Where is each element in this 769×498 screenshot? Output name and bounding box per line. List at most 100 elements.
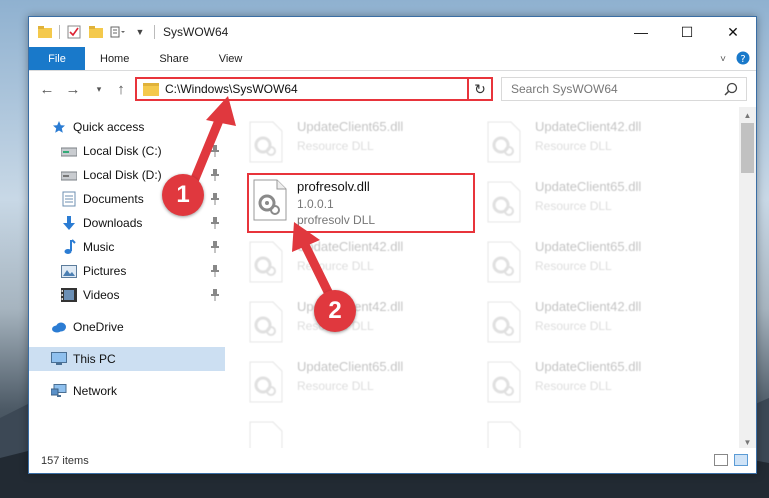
refresh-icon: ↻ (474, 80, 486, 97)
nav-item-local-disk-c[interactable]: Local Disk (C:) (29, 139, 225, 163)
details-view-icon[interactable] (714, 454, 728, 466)
nav-item-label: Network (73, 384, 118, 398)
pin-icon[interactable] (211, 169, 219, 181)
folder-icon (143, 82, 159, 96)
ribbon-tabs: File Home Share View ˅ ? (29, 47, 756, 71)
folder-icon (37, 24, 53, 40)
network-icon (51, 383, 67, 399)
nav-item-videos[interactable]: Videos (29, 283, 225, 307)
dll-file-icon (249, 421, 283, 450)
tab-view[interactable]: View (204, 47, 258, 70)
maximize-button[interactable]: ☐ (664, 17, 710, 47)
nav-item-label: This PC (73, 352, 116, 366)
pin-icon[interactable] (211, 145, 219, 157)
file-version: 1.0.0.1 (297, 197, 334, 211)
address-path[interactable]: C:\Windows\SysWOW64 (165, 82, 298, 96)
expand-ribbon-icon[interactable]: ˅ (720, 54, 726, 65)
file-item[interactable]: UpdateClient65.dll Resource DLL (463, 173, 689, 229)
forward-arrow-icon[interactable]: → (65, 81, 81, 98)
tab-file[interactable]: File (29, 47, 85, 70)
search-placeholder: Search SysWOW64 (511, 82, 618, 96)
svg-text:?: ? (740, 54, 745, 65)
file-item[interactable]: UpdateClient65.dll Resource DLL (225, 353, 451, 409)
file-item[interactable]: UpdateClient65.dll Resource DLL (463, 233, 689, 289)
file-name: UpdateClient42.dll (535, 299, 642, 314)
file-description: Resource DLL (535, 259, 612, 273)
nav-item-label: Videos (83, 288, 120, 302)
videos-icon (61, 287, 77, 303)
tab-home[interactable]: Home (85, 47, 144, 70)
nav-item-pictures[interactable]: Pictures (29, 259, 225, 283)
file-item[interactable]: UpdateClient42.dll Resource DLL (225, 233, 451, 289)
minimize-button[interactable]: — (618, 17, 664, 47)
file-description: profresolv DLL (297, 213, 376, 227)
file-name: UpdateClient65.dll (535, 179, 642, 194)
drive-icon (61, 167, 77, 183)
file-item[interactable]: UpdateClient42.dll Resource DLL (463, 113, 689, 169)
file-description: Resource DLL (535, 139, 612, 153)
cloud-icon (51, 319, 67, 335)
documents-icon (61, 191, 77, 207)
file-item[interactable]: UpdateClient42.dll Resource DLL (463, 293, 689, 349)
file-item[interactable] (463, 413, 689, 450)
recent-locations-icon[interactable]: ▾ (91, 81, 107, 97)
file-name: UpdateClient65.dll (535, 359, 642, 374)
file-name: UpdateClient65.dll (297, 119, 404, 134)
file-description: Resource DLL (297, 139, 374, 153)
dll-file-icon (487, 181, 521, 223)
dll-file-icon (487, 361, 521, 403)
view-switcher (714, 454, 748, 466)
file-description: Resource DLL (535, 319, 612, 333)
nav-item-label: Pictures (83, 264, 127, 278)
nav-item-network[interactable]: Network (29, 379, 225, 403)
toolbar-divider (154, 25, 155, 39)
nav-item-label: Documents (83, 192, 144, 206)
address-bar[interactable]: C:\Windows\SysWOW64 ▼ (135, 77, 493, 101)
dll-file-icon (249, 241, 283, 283)
pin-icon[interactable] (211, 193, 219, 205)
nav-item-music[interactable]: Music (29, 235, 225, 259)
pin-icon[interactable] (211, 241, 219, 253)
new-folder-icon[interactable] (88, 24, 104, 40)
file-description: Resource DLL (535, 379, 612, 393)
close-button[interactable]: ✕ (710, 17, 756, 47)
refresh-button[interactable]: ↻ (467, 77, 493, 101)
pin-icon[interactable] (211, 289, 219, 301)
help-icon[interactable]: ? (736, 51, 750, 68)
scrollbar-thumb[interactable] (741, 123, 754, 173)
file-name: UpdateClient65.dll (297, 359, 404, 374)
file-item[interactable]: UpdateClient65.dll Resource DLL (225, 113, 451, 169)
pin-icon[interactable] (211, 217, 219, 229)
pin-icon[interactable] (211, 265, 219, 277)
dll-file-icon (487, 421, 521, 450)
ribbon-right-controls: ˅ ? (720, 47, 750, 71)
scroll-up-icon[interactable]: ▲ (739, 107, 756, 123)
nav-item-this-pc[interactable]: This PC (29, 347, 225, 371)
file-name: UpdateClient42.dll (535, 119, 642, 134)
drive-icon (61, 143, 77, 159)
downloads-icon (61, 215, 77, 231)
properties-icon[interactable] (66, 24, 82, 40)
up-arrow-icon[interactable]: ↑ (113, 81, 129, 98)
selected-file-item[interactable]: profresolv.dll 1.0.0.1 profresolv DLL (247, 173, 475, 233)
dll-file-icon (249, 301, 283, 343)
address-row: ← → ▾ ↑ C:\Windows\SysWOW64 ▼ ↻ Search S… (29, 71, 756, 107)
back-arrow-icon[interactable]: ← (39, 81, 55, 98)
vertical-scrollbar[interactable]: ▲ ▼ (739, 107, 756, 450)
nav-item-quick-access[interactable]: Quick access (29, 115, 225, 139)
search-icon[interactable] (724, 82, 738, 99)
nav-item-label: Local Disk (C:) (83, 144, 162, 158)
file-item[interactable] (225, 413, 451, 450)
file-list: UpdateClient65.dll Resource DLL UpdateCl… (225, 107, 739, 450)
pictures-icon (61, 263, 77, 279)
chevron-down-icon[interactable]: ▼ (132, 24, 148, 40)
tab-share[interactable]: Share (144, 47, 203, 70)
large-icons-view-icon[interactable] (734, 454, 748, 466)
window-controls: — ☐ ✕ (618, 17, 756, 47)
nav-item-downloads[interactable]: Downloads (29, 211, 225, 235)
nav-item-label: Downloads (83, 216, 143, 230)
search-box[interactable]: Search SysWOW64 (501, 77, 747, 101)
customize-toolbar-icon[interactable] (110, 24, 126, 40)
nav-item-onedrive[interactable]: OneDrive (29, 315, 225, 339)
file-item[interactable]: UpdateClient65.dll Resource DLL (463, 353, 689, 409)
